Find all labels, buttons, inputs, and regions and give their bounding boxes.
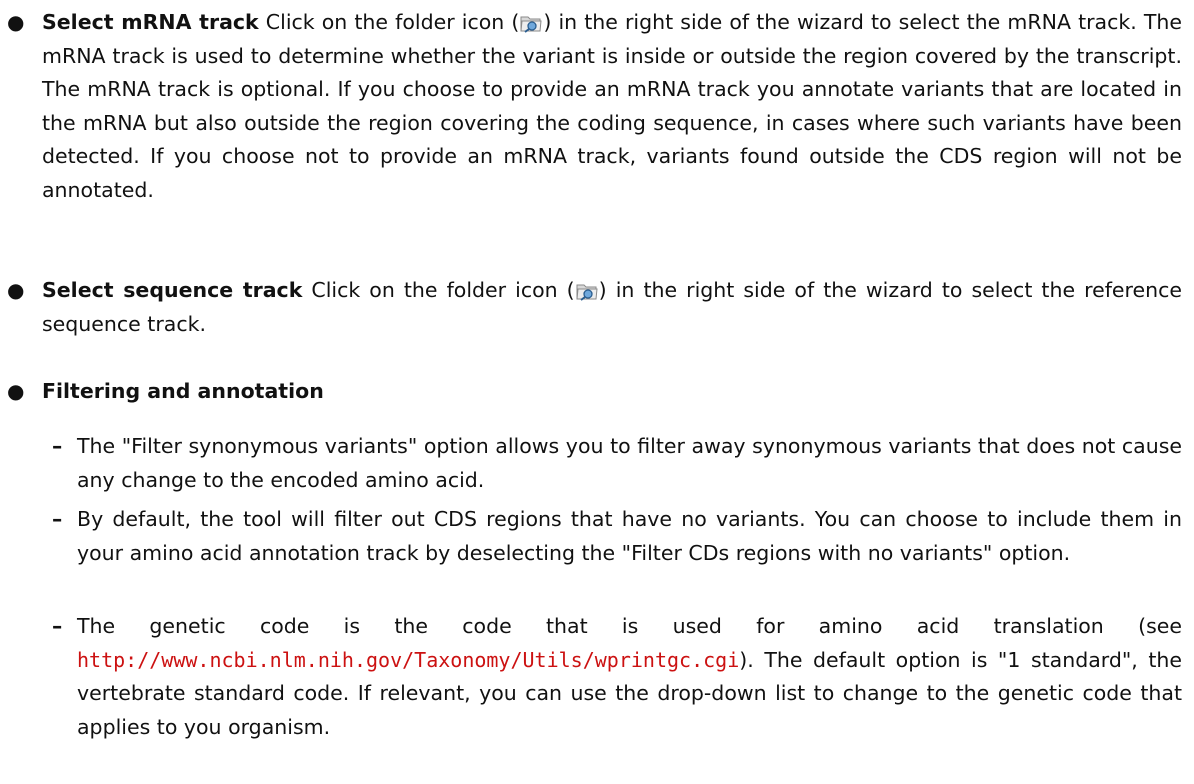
- text-after-icon: ) in the right side of the wizard to sel…: [42, 10, 1182, 202]
- term-select-mrna-track: Select mRNA track: [42, 10, 259, 34]
- folder-icon: [576, 284, 598, 301]
- sub-item-text: By default, the tool will filter out CDS…: [77, 507, 1182, 565]
- bullet-icon: ●: [7, 379, 25, 403]
- list-item-select-mrna-track: ● Select mRNA track Click on the folder …: [7, 6, 1182, 207]
- term-filtering-and-annotation: Filtering and annotation: [42, 379, 324, 403]
- sub-list-item-filter-synonymous: – The "Filter synonymous variants" optio…: [52, 430, 1182, 497]
- text-before-icon: Click on the folder icon (: [258, 10, 520, 34]
- sub-item-text-before-link: The genetic code is the code that is use…: [77, 614, 1182, 638]
- sub-item-text: The "Filter synonymous variants" option …: [77, 434, 1182, 492]
- genetic-code-link[interactable]: http://www.ncbi.nlm.nih.gov/Taxonomy/Uti…: [77, 648, 739, 672]
- dash-icon: –: [52, 507, 63, 531]
- list-item-select-sequence-track: ● Select sequence track Click on the fol…: [7, 274, 1182, 341]
- dash-icon: –: [52, 614, 63, 638]
- dash-icon: –: [52, 434, 63, 458]
- sub-list-item-genetic-code: – The genetic code is the code that is u…: [52, 610, 1182, 744]
- documentation-page: ● Select mRNA track Click on the folder …: [0, 0, 1194, 784]
- list-item-filtering-and-annotation: ● Filtering and annotation: [7, 375, 1182, 409]
- text-before-icon: Click on the folder icon (: [302, 278, 575, 302]
- term-select-sequence-track: Select sequence track: [42, 278, 303, 302]
- sub-list-item-filter-cds: – By default, the tool will filter out C…: [52, 503, 1182, 570]
- bullet-icon: ●: [7, 10, 25, 34]
- bullet-icon: ●: [7, 278, 25, 302]
- folder-icon: [520, 16, 542, 33]
